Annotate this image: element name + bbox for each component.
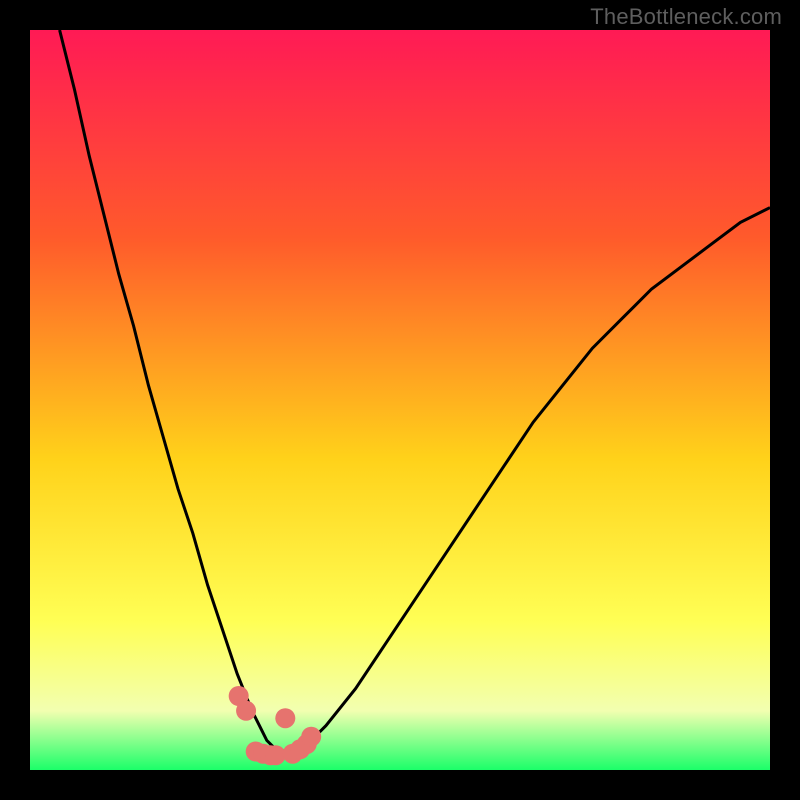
plot-area [30,30,770,770]
dot [275,708,295,728]
dot [236,701,256,721]
chart-frame: TheBottleneck.com [0,0,800,800]
background-gradient [30,30,770,770]
watermark-text: TheBottleneck.com [590,4,782,30]
dot [266,745,286,765]
dot [301,727,321,747]
plot-svg [30,30,770,770]
